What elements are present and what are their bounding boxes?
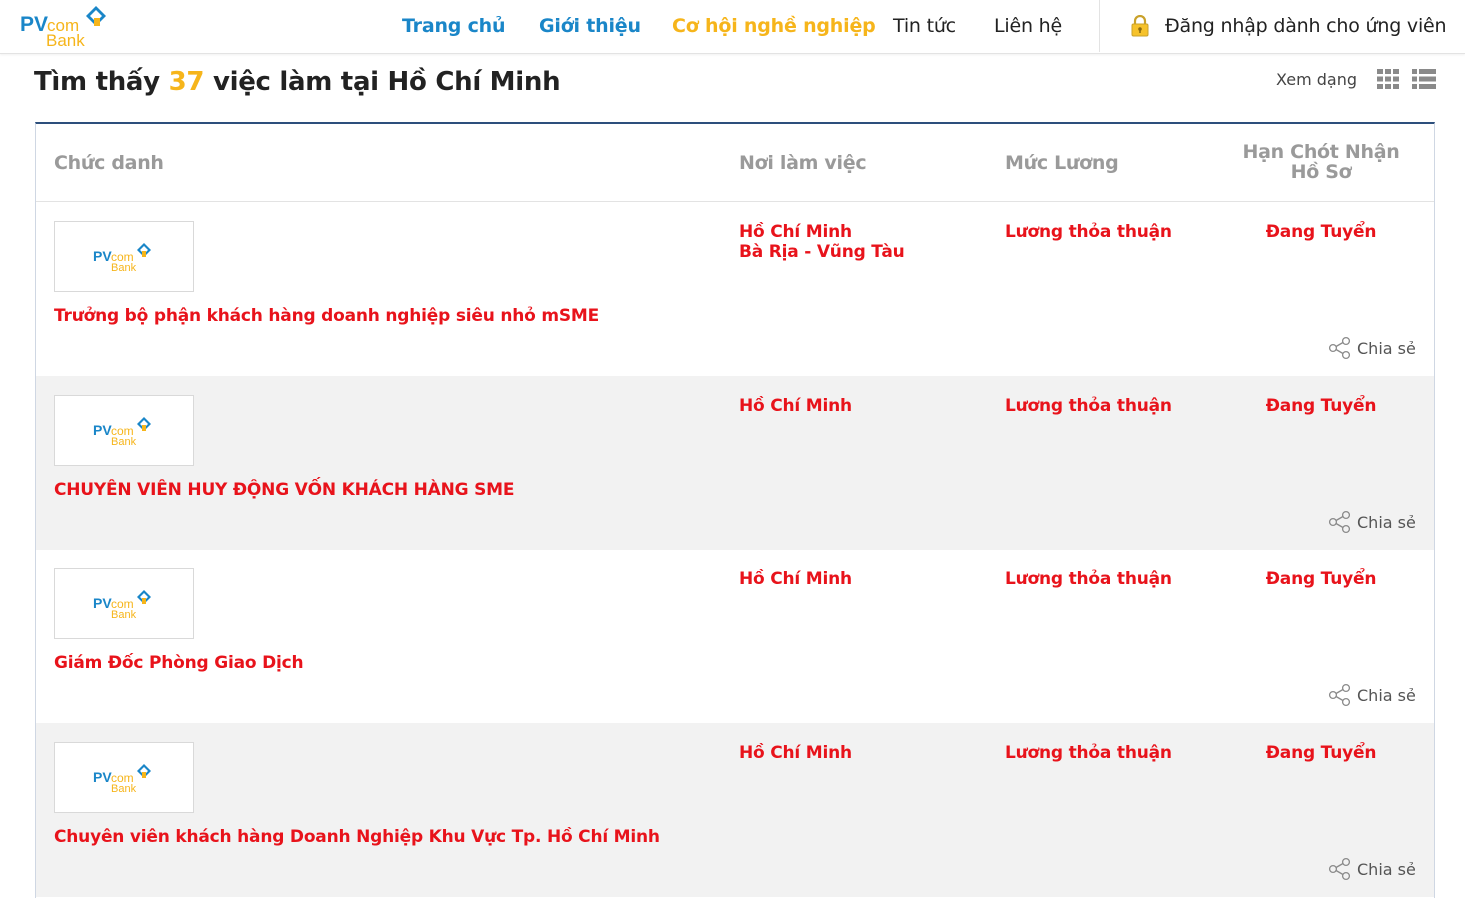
nav-item-home[interactable]: Trang chủ (402, 15, 506, 37)
list-view-icon[interactable] (1412, 69, 1436, 89)
job-salary: Lương thỏa thuận (1005, 569, 1172, 589)
logo-text-pv: PV (93, 769, 112, 785)
pvcombank-logo: PV com Bank (93, 764, 151, 793)
job-location: Hồ Chí Minh (739, 396, 852, 416)
share-icon (1328, 336, 1351, 360)
pvcombank-logo[interactable]: PV com Bank (20, 4, 112, 48)
table-row: PV com Bank Giám Đốc Phòng Giao Dịch Hồ … (36, 549, 1434, 723)
job-status: Đang Tuyển (1265, 222, 1377, 242)
jobs-table: Chức danh Nơi làm việc Mức Lương Hạn Chó… (35, 122, 1435, 898)
job-location: Hồ Chí Minh (739, 743, 852, 763)
grid-view-icon[interactable] (1377, 69, 1399, 89)
job-location-line: Hồ Chí Minh (739, 569, 852, 589)
share-icon (1328, 683, 1351, 707)
company-logo-thumbnail[interactable]: PV com Bank (54, 742, 194, 813)
nav-item-career[interactable]: Cơ hội nghề nghiệp (672, 15, 876, 37)
results-count: 37 (168, 67, 205, 97)
logo-text-bank: Bank (111, 262, 137, 272)
share-label: Chia sẻ (1357, 338, 1416, 358)
results-suffix: việc làm tại Hồ Chí Minh (212, 67, 561, 97)
company-logo-thumbnail[interactable]: PV com Bank (54, 395, 194, 466)
logo-text-bank: Bank (111, 783, 137, 793)
share-button[interactable]: Chia sẻ (1328, 510, 1416, 534)
column-header-salary: Mức Lương (1005, 152, 1119, 174)
job-title-link[interactable]: Trưởng bộ phận khách hàng doanh nghiệp s… (54, 306, 599, 326)
nav-divider (1099, 0, 1100, 52)
share-icon (1328, 510, 1351, 534)
job-location-line: Hồ Chí Minh (739, 743, 852, 763)
share-label: Chia sẻ (1357, 512, 1416, 532)
logo-text-pv: PV (93, 595, 112, 611)
job-status: Đang Tuyển (1265, 569, 1377, 589)
site-header: PV com Bank Trang chủ Giới thiệu Cơ hội … (0, 0, 1465, 54)
results-prefix: Tìm thấy (34, 67, 160, 97)
lock-icon (1131, 15, 1149, 37)
logo-text-bank: Bank (111, 436, 137, 446)
job-location: Hồ Chí Minh (739, 569, 852, 589)
view-mode-label: Xem dạng (1276, 70, 1358, 89)
column-header-place: Nơi làm việc (739, 152, 867, 174)
table-header: Chức danh Nơi làm việc Mức Lương Hạn Chó… (36, 124, 1434, 202)
share-button[interactable]: Chia sẻ (1328, 683, 1416, 707)
company-logo-thumbnail[interactable]: PV com Bank (54, 568, 194, 639)
job-title-link[interactable]: Chuyên viên khách hàng Doanh Nghiệp Khu … (54, 827, 660, 847)
logo-text-bank: Bank (111, 609, 137, 619)
pvcombank-logo: PV com Bank (93, 417, 151, 446)
job-location-line: Hồ Chí Minh (739, 222, 852, 242)
share-button[interactable]: Chia sẻ (1328, 857, 1416, 881)
share-icon (1328, 857, 1351, 881)
job-location: Hồ Chí Minh Bà Rịa - Vũng Tàu (739, 222, 905, 262)
column-header-deadline-line2: Hồ Sơ (1290, 161, 1352, 183)
job-location-line: Hồ Chí Minh (739, 396, 852, 416)
share-label: Chia sẻ (1357, 685, 1416, 705)
column-header-deadline: Hạn Chót Nhận Hồ Sơ (1221, 142, 1421, 182)
company-logo-thumbnail[interactable]: PV com Bank (54, 221, 194, 292)
table-row: PV com Bank CHUYÊN VIÊN HUY ĐỘNG VỐN KHÁ… (36, 376, 1434, 550)
logo-text-pv: PV (93, 422, 112, 438)
share-label: Chia sẻ (1357, 859, 1416, 879)
job-title-link[interactable]: CHUYÊN VIÊN HUY ĐỘNG VỐN KHÁCH HÀNG SME (54, 480, 514, 500)
pvcombank-logo: PV com Bank (93, 243, 151, 272)
job-location-line: Bà Rịa - Vũng Tàu (739, 242, 905, 262)
candidate-login-link[interactable]: Đăng nhập dành cho ứng viên (1165, 15, 1447, 37)
job-status: Đang Tuyển (1265, 396, 1377, 416)
results-heading: Tìm thấy 37 việc làm tại Hồ Chí Minh (34, 67, 561, 97)
column-header-deadline-line1: Hạn Chót Nhận (1242, 141, 1400, 163)
table-row: PV com Bank Chuyên viên khách hàng Doanh… (36, 723, 1434, 897)
table-row: PV com Bank Trưởng bộ phận khách hàng do… (36, 202, 1434, 376)
column-header-title: Chức danh (54, 152, 164, 174)
job-salary: Lương thỏa thuận (1005, 222, 1172, 242)
logo-text-pv: PV (20, 13, 48, 36)
job-salary: Lương thỏa thuận (1005, 743, 1172, 763)
pvcombank-logo: PV com Bank (93, 590, 151, 619)
logo-text-bank: Bank (46, 31, 85, 48)
job-status: Đang Tuyển (1265, 743, 1377, 763)
nav-item-news[interactable]: Tin tức (893, 15, 956, 37)
logo-text-pv: PV (93, 248, 112, 264)
nav-item-about[interactable]: Giới thiệu (539, 15, 641, 37)
share-button[interactable]: Chia sẻ (1328, 336, 1416, 360)
job-title-link[interactable]: Giám Đốc Phòng Giao Dịch (54, 653, 304, 673)
job-salary: Lương thỏa thuận (1005, 396, 1172, 416)
nav-item-contact[interactable]: Liên hệ (994, 15, 1062, 37)
